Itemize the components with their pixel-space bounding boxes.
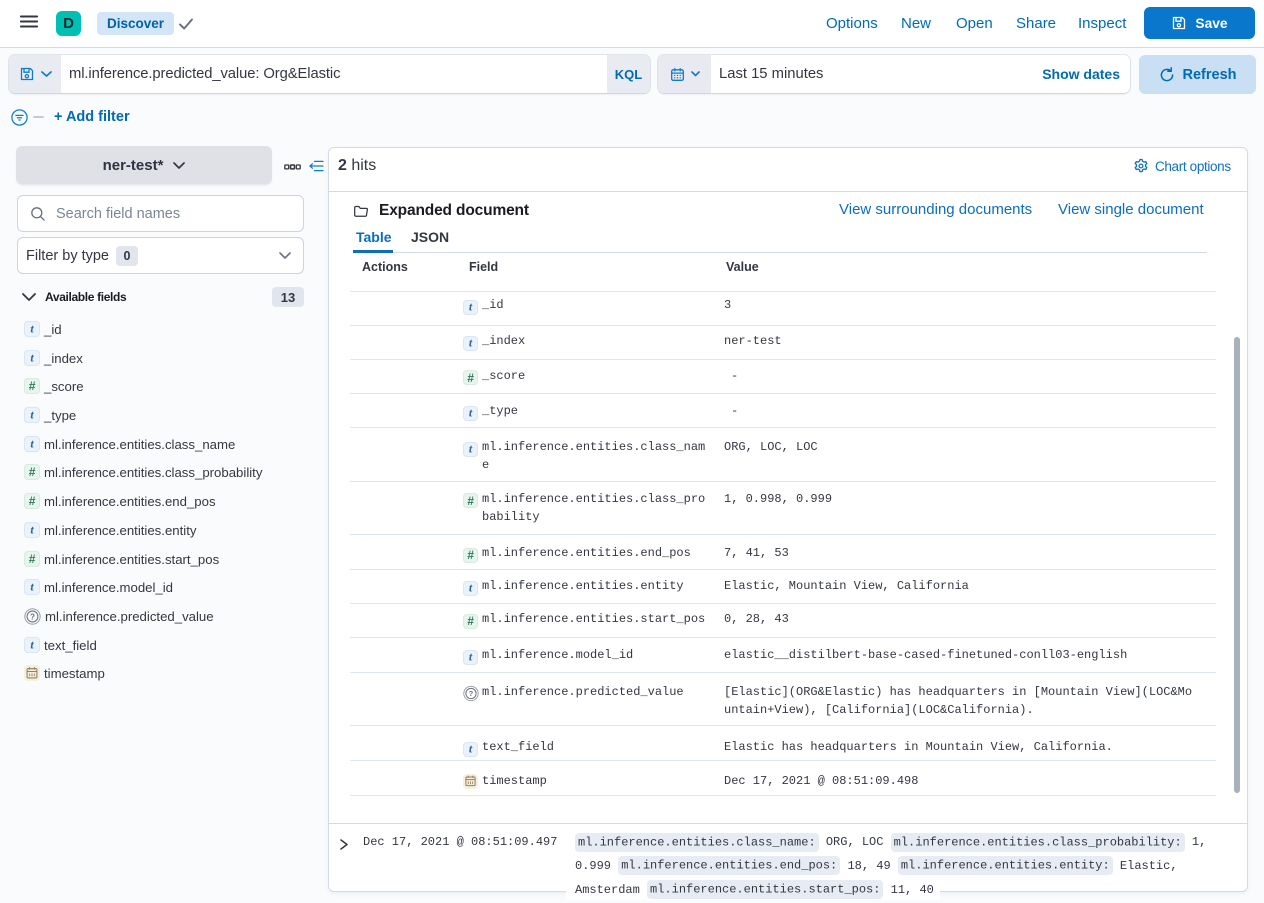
- svg-text:?: ?: [30, 612, 35, 621]
- svg-text:?: ?: [469, 689, 474, 698]
